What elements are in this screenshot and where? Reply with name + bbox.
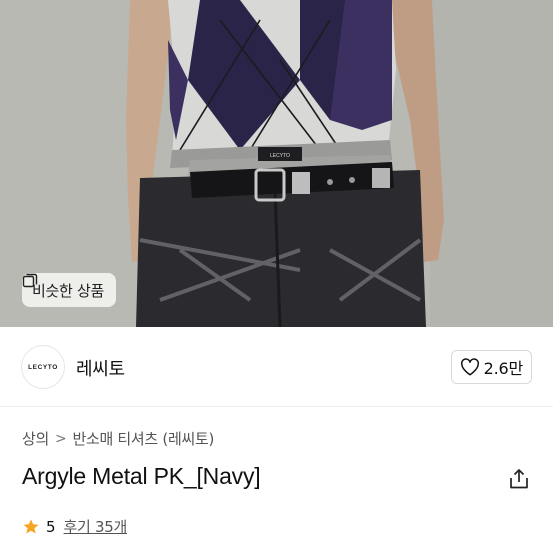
copy-icon — [22, 273, 38, 288]
section-divider — [0, 406, 553, 407]
reviews-link[interactable]: 후기 35개 — [64, 516, 128, 537]
breadcrumb: 상의 > 반소매 티셔츠 (레씨토) — [22, 428, 214, 449]
like-count: 2.6만 — [483, 359, 524, 378]
similar-products-label: 비슷한 상품 — [32, 281, 104, 300]
breadcrumb-item-subcategory[interactable]: 반소매 티셔츠 (레씨토) — [72, 428, 214, 449]
star-icon — [23, 518, 39, 534]
waistband-tag: LECYTO — [270, 153, 290, 159]
product-image[interactable]: LECYTO 비슷한 상품 — [0, 0, 553, 327]
rating-row: 5 후기 35개 — [22, 516, 127, 537]
like-button[interactable]: 2.6만 — [450, 350, 532, 384]
product-title: Argyle Metal PK_[Navy] — [22, 463, 261, 489]
heart-outline-icon — [460, 358, 479, 376]
shop-logo[interactable]: LECYTO — [21, 345, 65, 389]
shop-name[interactable]: 레씨토 — [76, 355, 125, 381]
breadcrumb-separator: > — [55, 430, 67, 447]
breadcrumb-item-category[interactable]: 상의 — [22, 428, 49, 449]
shop-row: LECYTO 레씨토 2.6만 — [0, 327, 553, 407]
similar-products-button[interactable]: 비슷한 상품 — [22, 273, 116, 307]
rating-score: 5 — [46, 517, 56, 536]
shop-logo-text: LECYTO — [28, 363, 58, 371]
share-icon[interactable] — [508, 468, 530, 490]
